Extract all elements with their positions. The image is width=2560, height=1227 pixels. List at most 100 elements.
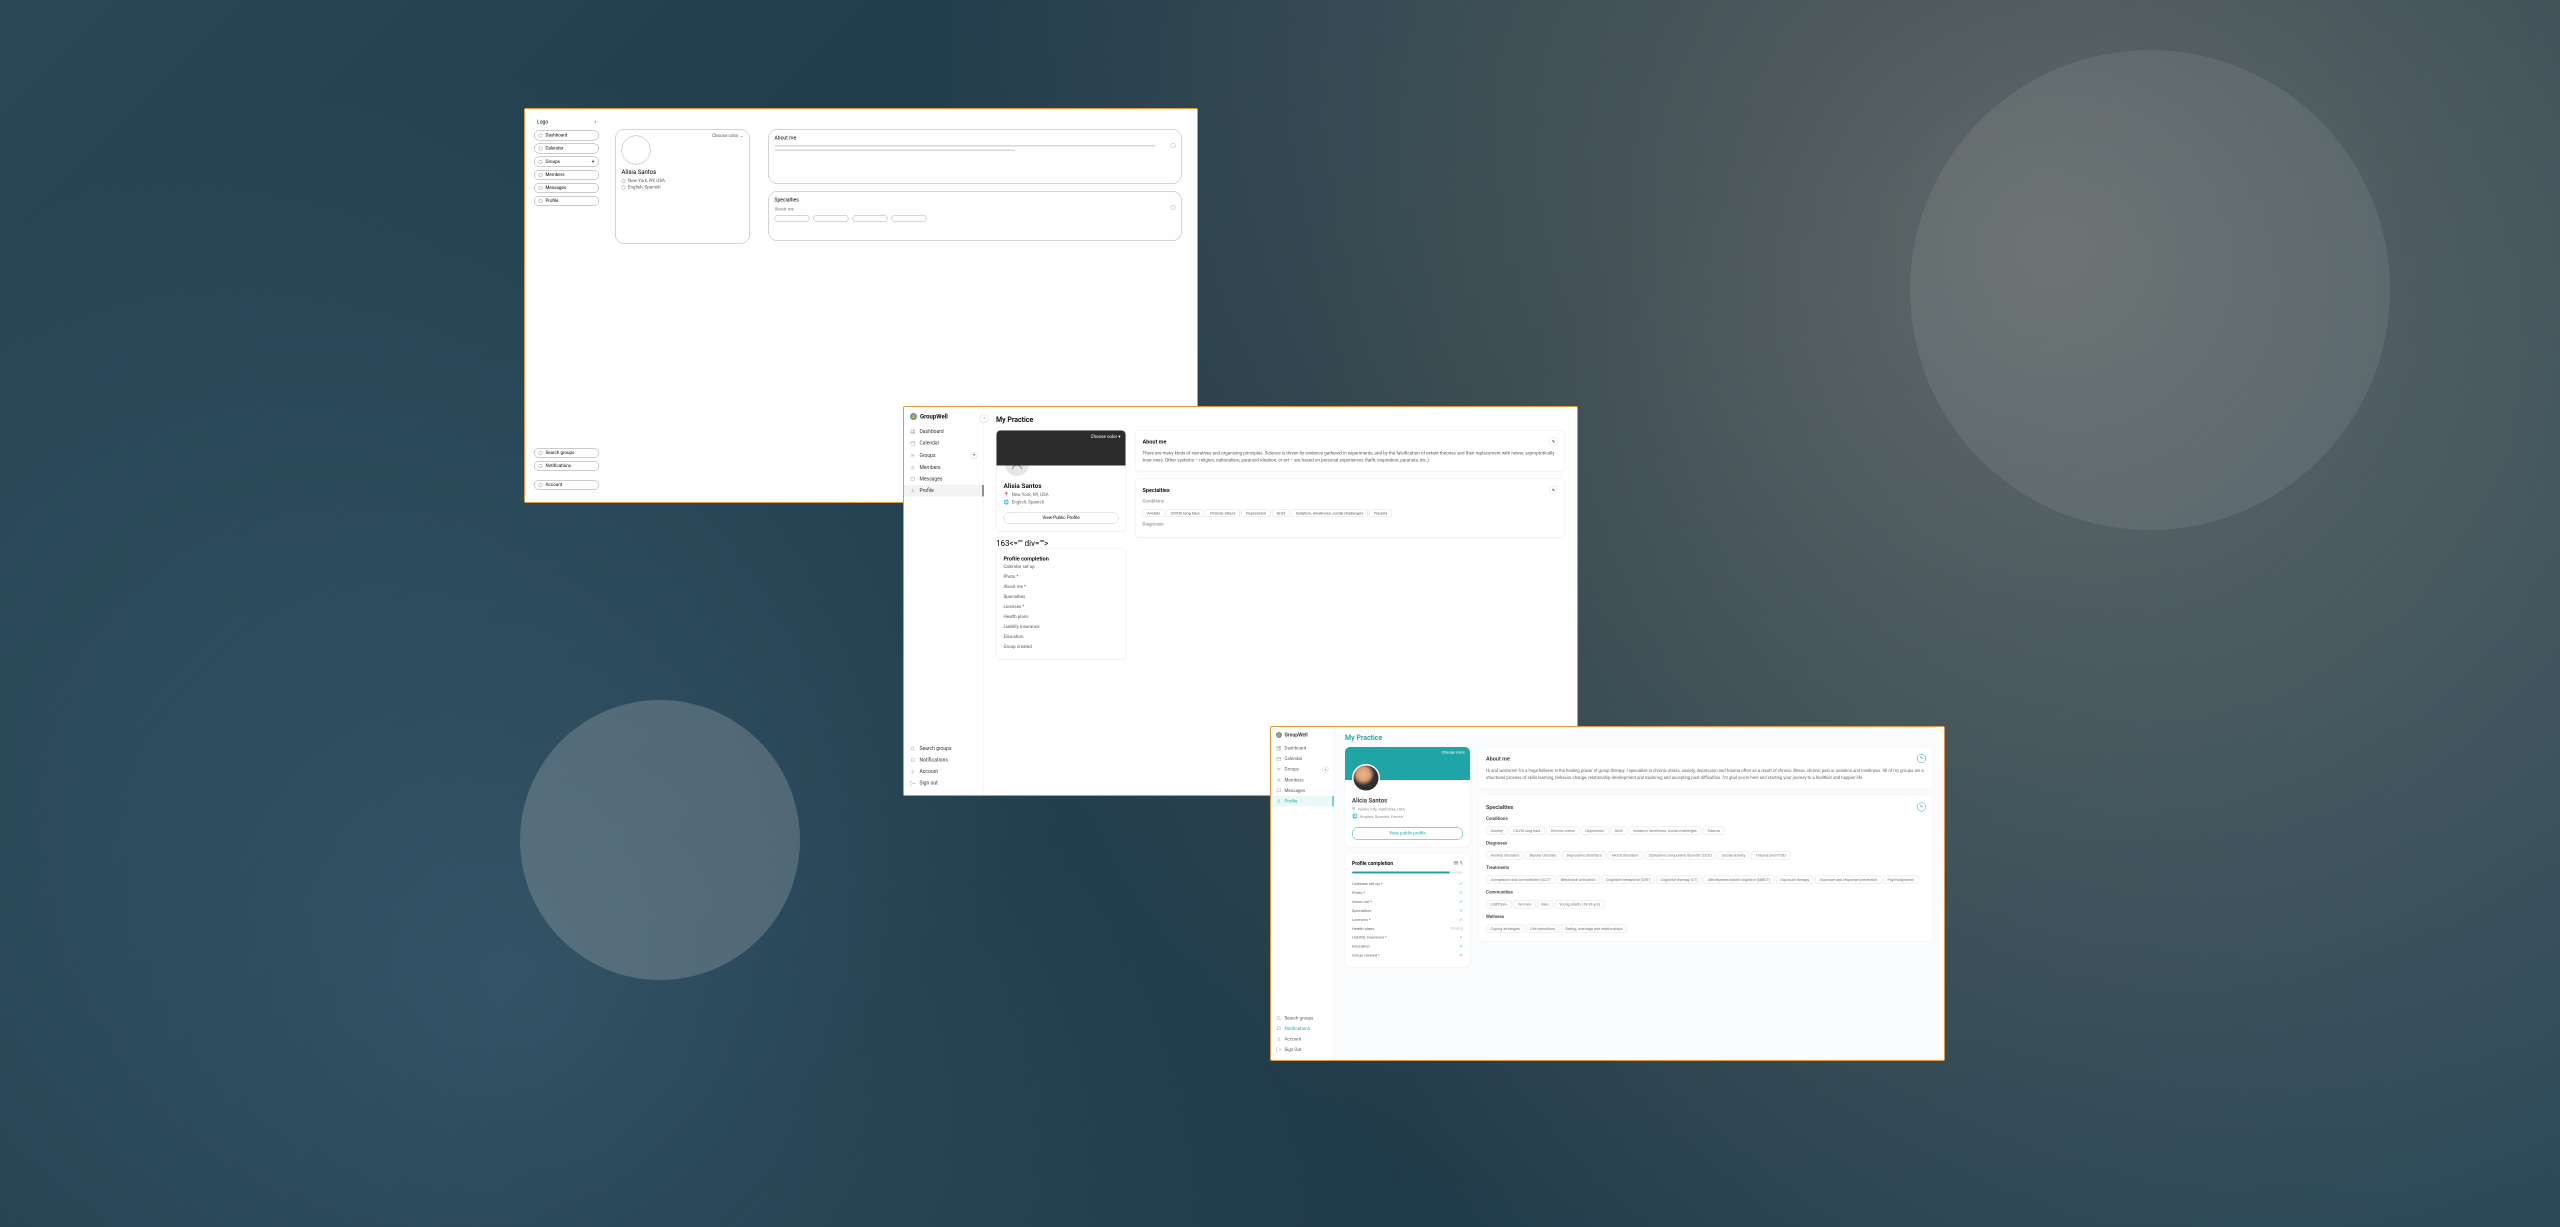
sidebar-item-dashboard[interactable]: Dashboard — [904, 426, 984, 438]
avatar[interactable] — [1352, 764, 1380, 792]
communities-tags: LGBTQIA+WomenMenYoung adults (18-24 y/o) — [1486, 898, 1926, 910]
language-meta: English, Spanish — [622, 185, 744, 190]
sidebar-item-members[interactable]: Members — [904, 462, 984, 474]
sidebar-item-search[interactable]: Search groups — [534, 448, 599, 458]
about-card: About me — [768, 129, 1182, 184]
choose-color-dropdown[interactable]: Choose color ▾ — [1091, 435, 1121, 440]
about-title: About me — [1143, 438, 1167, 445]
sidebar: GroupWell Dashboard Calendar Groups+ Mem… — [1271, 727, 1334, 1060]
choose-color-dropdown[interactable]: Choose color ⌄ — [712, 134, 743, 139]
about-title: About me — [1486, 755, 1510, 762]
view-profile-button[interactable]: View public profile — [1352, 827, 1463, 840]
treatments-tags: Acceptance and commitment (ACT)Behaviora… — [1486, 874, 1926, 886]
check-icon: ✓ — [1459, 953, 1463, 958]
sidebar-item-profile[interactable]: Profile — [904, 485, 984, 497]
location-icon: 📍 — [1004, 493, 1010, 498]
sidebar-item-profile[interactable]: Profile — [534, 196, 599, 206]
tag: Trauma and PTSD — [1751, 851, 1790, 860]
sidebar-item-dashboard[interactable]: Dashboard — [534, 131, 599, 141]
sidebar-item-signout[interactable]: Sign out — [904, 778, 984, 790]
sidebar-item-groups[interactable]: Groups+ — [534, 157, 599, 168]
profile-name: Alisia Santos — [1004, 483, 1119, 491]
communities-label: Communities — [1486, 890, 1926, 895]
check-icon: ✓ — [1459, 909, 1463, 914]
tag: Cognitive behavioral (CBT) — [1601, 876, 1654, 885]
sidebar-item-dashboard[interactable]: Dashboard — [1271, 743, 1334, 754]
completion-card: Profile completion88 % Calendar set up *… — [1345, 854, 1470, 967]
tag: Men — [1537, 900, 1553, 909]
progress-bar — [1352, 872, 1463, 874]
sidebar-item-calendar[interactable]: Calendar — [904, 438, 984, 450]
location-meta: New York, NY, USA — [622, 179, 744, 184]
edit-icon[interactable] — [1171, 143, 1176, 148]
profile-card: Change color Alicia Santos ⚲Foster City,… — [1345, 747, 1470, 847]
edit-button[interactable]: ✎ — [1917, 754, 1926, 763]
sidebar-item-calendar[interactable]: Calendar — [1271, 754, 1334, 765]
change-color-button[interactable]: Change color — [1441, 750, 1465, 755]
sidebar-item-notifications[interactable]: Notifications — [904, 755, 984, 767]
profile-card: Choose color ⌄ Alisia Santos New York, N… — [615, 129, 750, 244]
checklist-item: Photo *✓ — [1352, 889, 1463, 898]
edit-button[interactable]: ✎ — [1550, 438, 1558, 446]
sidebar-item-messages[interactable]: Messages — [904, 474, 984, 486]
specialties-card: Specialties About me — [768, 191, 1182, 241]
tag: Anxiety disorders — [1486, 851, 1524, 860]
sidebar-item-notifications[interactable]: Notifications — [1271, 1024, 1334, 1035]
sidebar-item-signout[interactable]: Sign Out — [1271, 1045, 1334, 1056]
sidebar-item-groups[interactable]: Groups+ — [1271, 764, 1334, 775]
tag: Young adults (18-24 y/o) — [1555, 900, 1605, 909]
plus-icon[interactable]: + — [1323, 767, 1329, 773]
completion-title: Profile completion — [1352, 861, 1393, 867]
avatar[interactable] — [622, 136, 651, 165]
tag: Behavioral activation — [1556, 876, 1600, 885]
plus-icon[interactable]: + — [592, 159, 595, 165]
sidebar-item-members[interactable]: Members — [534, 170, 599, 180]
profile-card: Choose color ▾ Alisia Santos 📍New York, … — [996, 430, 1126, 532]
sidebar-item-account[interactable]: Account — [534, 480, 599, 490]
checklist-item: Education✓ — [1352, 942, 1463, 951]
tag: Chronic stress — [1546, 827, 1579, 836]
sidebar-item-account[interactable]: Account — [1271, 1034, 1334, 1045]
specialties-title: Specialties — [1486, 804, 1513, 811]
page-title: My Practice — [1345, 734, 1933, 742]
sidebar-item-profile[interactable]: Profile — [1271, 796, 1334, 807]
sidebar-item-calendar[interactable]: Calendar — [534, 144, 599, 154]
sidebar-item-search[interactable]: Search groups — [904, 743, 984, 755]
view-profile-button[interactable]: View Public Profile — [1004, 512, 1119, 524]
profile-name: Alisia Santos — [622, 169, 744, 176]
conditions-tags: AnxietyCOVID long haulChronic stressDepr… — [1143, 507, 1558, 518]
tag: Depression — [1242, 510, 1271, 518]
language-meta: 🌐English, Spanish — [1004, 500, 1119, 505]
tag: Grief — [1272, 510, 1290, 518]
tag: Exposure and response prevention — [1815, 876, 1881, 885]
sidebar-item-notifications[interactable]: Notifications — [534, 461, 599, 471]
checklist-item: Group created *✓ — [1352, 951, 1463, 960]
sidebar-item-account[interactable]: Account — [904, 766, 984, 778]
edit-icon[interactable] — [1171, 205, 1176, 210]
tag: Mood disorders — [1608, 851, 1643, 860]
sidebar-item-messages[interactable]: Messages — [534, 183, 599, 193]
sidebar: GroupWell ‹ Dashboard Calendar Groups+ M… — [904, 407, 984, 795]
sidebar-item-members[interactable]: Members — [1271, 775, 1334, 786]
about-body: There are many kinds of narratives and o… — [1143, 451, 1558, 465]
tag: COVID long haul — [1509, 827, 1545, 836]
sidebar-item-groups[interactable]: Groups+ — [904, 449, 984, 462]
edit-button[interactable]: ✎ — [1917, 803, 1926, 812]
wf-logo: Logo‹ — [534, 118, 599, 127]
sidebar-item-search[interactable]: Search groups — [1271, 1013, 1334, 1024]
collapse-icon[interactable]: ‹ — [594, 120, 596, 126]
status-pending: Pending — [1450, 927, 1463, 932]
plus-icon[interactable]: + — [971, 452, 978, 459]
tag: Social anxiety — [1718, 851, 1750, 860]
checklist-item: Liability insurance *✓ — [1352, 933, 1463, 942]
completion-pct: 88 % — [1454, 861, 1463, 867]
hifi-panel: GroupWell Dashboard Calendar Groups+ Mem… — [1270, 726, 1945, 1061]
tag: LGBTQIA+ — [1486, 900, 1512, 909]
globe-icon: 🌐 — [1004, 500, 1010, 505]
globe-icon: 🌐 — [1352, 814, 1358, 819]
edit-button[interactable]: ✎ — [1550, 486, 1558, 494]
collapse-button[interactable]: ‹ — [980, 414, 989, 423]
tag: Life transitions — [1526, 925, 1560, 934]
sidebar-item-messages[interactable]: Messages — [1271, 786, 1334, 797]
check-icon: ✓ — [1459, 882, 1463, 887]
